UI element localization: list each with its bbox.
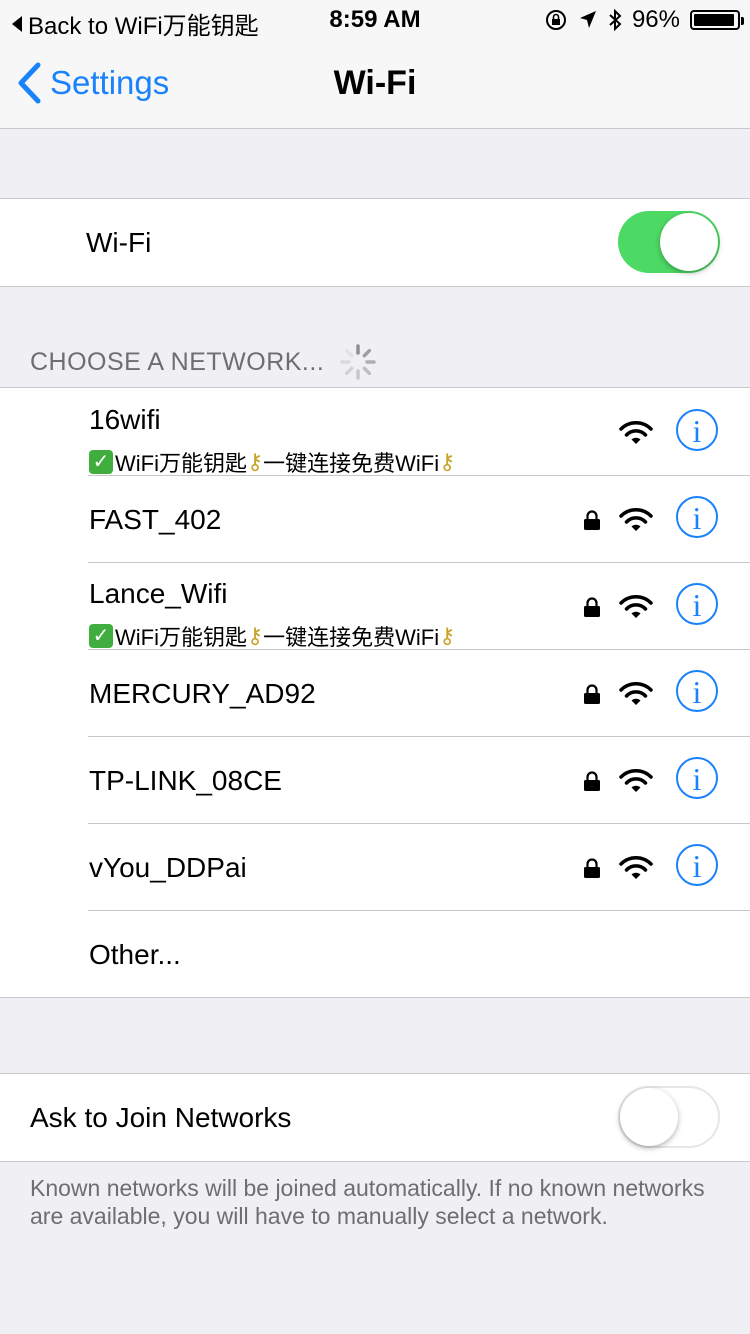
ask-to-join-group: Ask to Join Networks [0, 1073, 750, 1162]
choose-network-header: CHOOSE A NETWORK... [30, 342, 378, 382]
status-indicators: 96% [544, 6, 744, 34]
wifi-toggle-row: Wi-Fi [0, 199, 750, 286]
network-name: 16wifi [89, 404, 161, 435]
network-info-button[interactable]: i [676, 583, 718, 625]
wifi-signal-icon [619, 856, 653, 879]
network-subtitle: ✓ WiFi万能钥匙 ⚷ 一键连接免费WiFi ⚷ [89, 620, 455, 652]
other-network-label: Other... [89, 939, 181, 970]
checkmark-icon: ✓ [89, 450, 113, 474]
network-info-button[interactable]: i [676, 757, 718, 799]
network-info-button[interactable]: i [676, 844, 718, 886]
toggle-knob [620, 1088, 678, 1146]
lock-icon [584, 597, 600, 617]
wifi-toggle-label: Wi-Fi [86, 227, 152, 258]
bluetooth-icon [609, 8, 622, 32]
network-info-button[interactable]: i [676, 409, 718, 451]
navigation-bar: Settings Wi-Fi [0, 40, 750, 129]
key-icon: ⚷ [246, 623, 264, 648]
key-icon: ⚷ [439, 623, 456, 648]
network-name: vYou_DDPai [89, 852, 247, 883]
network-row[interactable]: TP-LINK_08CE i [0, 736, 750, 823]
wifi-toggle-switch[interactable] [618, 211, 720, 273]
rotation-lock-icon [545, 10, 566, 30]
location-arrow-icon [579, 11, 596, 28]
wifi-signal-icon [619, 682, 653, 705]
key-icon: ⚷ [246, 449, 264, 474]
lock-icon [584, 684, 600, 704]
network-row[interactable]: Lance_Wifi ✓ WiFi万能钥匙 ⚷ 一键连接免费WiFi ⚷ i [0, 562, 750, 652]
network-name: TP-LINK_08CE [89, 765, 282, 796]
network-row[interactable]: 16wifi ✓ WiFi万能钥匙 ⚷ 一键连接免费WiFi ⚷ i [0, 388, 750, 478]
other-network-row[interactable]: Other... [0, 910, 750, 997]
network-list: 16wifi ✓ WiFi万能钥匙 ⚷ 一键连接免费WiFi ⚷ i FAST_… [0, 387, 750, 998]
network-name: Lance_Wifi [89, 578, 228, 609]
page-title: Wi-Fi [333, 64, 417, 102]
battery-percent: 96% [631, 6, 680, 33]
network-subtitle-text: WiFi万能钥匙 [115, 451, 247, 476]
choose-network-label: CHOOSE A NETWORK... [30, 347, 325, 376]
status-bar: Back to WiFi万能钥匙 8:59 AM 96% [0, 0, 750, 40]
network-row[interactable]: vYou_DDPai i [0, 823, 750, 910]
network-row[interactable]: MERCURY_AD92 i [0, 649, 750, 736]
checkmark-icon: ✓ [89, 624, 113, 648]
battery-icon [690, 10, 744, 30]
network-subtitle-text-2: 一键连接免费WiFi [263, 625, 440, 650]
network-info-button[interactable]: i [676, 670, 718, 712]
network-name: FAST_402 [89, 504, 222, 535]
lock-icon [584, 771, 600, 791]
loading-spinner-icon [340, 344, 377, 380]
wifi-toggle-group: Wi-Fi [0, 198, 750, 287]
lock-icon [584, 510, 600, 530]
wifi-signal-icon [619, 508, 653, 531]
network-subtitle: ✓ WiFi万能钥匙 ⚷ 一键连接免费WiFi ⚷ [89, 446, 455, 478]
toggle-knob [660, 213, 718, 271]
wifi-signal-icon [619, 421, 653, 444]
lock-icon [584, 858, 600, 878]
network-subtitle-text-2: 一键连接免费WiFi [263, 451, 440, 476]
ask-to-join-switch[interactable] [618, 1086, 720, 1148]
ask-to-join-row: Ask to Join Networks [0, 1074, 750, 1161]
battery-fill [694, 14, 734, 26]
network-name: MERCURY_AD92 [89, 678, 316, 709]
key-icon: ⚷ [439, 449, 456, 474]
wifi-signal-icon [619, 769, 653, 792]
wifi-signal-icon [619, 595, 653, 618]
ask-to-join-label: Ask to Join Networks [30, 1102, 292, 1133]
network-subtitle-text: WiFi万能钥匙 [115, 625, 247, 650]
ask-to-join-footer: Known networks will be joined automatica… [30, 1175, 705, 1229]
network-info-button[interactable]: i [676, 496, 718, 538]
network-row[interactable]: FAST_402 i [0, 475, 750, 562]
